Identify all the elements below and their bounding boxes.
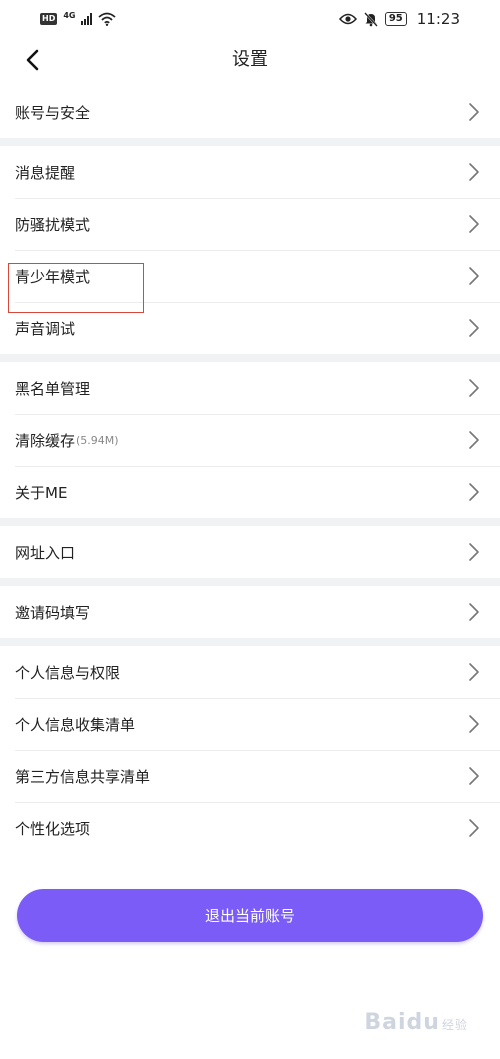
group-separator (0, 518, 500, 526)
status-left: HD 4G (40, 10, 117, 26)
page-title: 设置 (232, 49, 268, 70)
clock: 11:23 (416, 10, 460, 28)
settings-row-label: 网址入口 (15, 543, 76, 562)
group-separator (0, 578, 500, 586)
chevron-right-icon (468, 102, 480, 122)
settings-row[interactable]: 声音调试 (0, 302, 500, 354)
status-bar: HD 4G 95 11:23 (0, 0, 500, 38)
settings-row-label: 关于ME (15, 483, 68, 502)
settings-row-label: 账号与安全 (15, 103, 91, 122)
group-separator (0, 638, 500, 646)
chevron-right-icon (468, 482, 480, 502)
settings-row[interactable]: 个人信息与权限 (0, 646, 500, 698)
baidu-watermark: Baidu 经验 (364, 1010, 468, 1035)
settings-row[interactable]: 青少年模式 (0, 250, 500, 302)
status-right: 95 11:23 (338, 10, 460, 28)
watermark-text: Baidu (364, 1010, 440, 1035)
settings-row[interactable]: 防骚扰模式 (0, 198, 500, 250)
wifi-icon (98, 12, 117, 26)
chevron-right-icon (468, 662, 480, 682)
logout-button[interactable]: 退出当前账号 (17, 889, 483, 942)
settings-row-label: 消息提醒 (15, 163, 76, 182)
settings-row-label: 黑名单管理 (15, 379, 91, 398)
bell-muted-icon (364, 12, 378, 27)
chevron-right-icon (468, 214, 480, 234)
back-button[interactable] (20, 45, 44, 75)
chevron-right-icon (468, 714, 480, 734)
chevron-right-icon (468, 430, 480, 450)
settings-row[interactable]: 个人信息收集清单 (0, 698, 500, 750)
hd-badge: HD (40, 13, 58, 25)
battery-indicator: 95 (384, 12, 407, 26)
chevron-right-icon (468, 318, 480, 338)
chevron-right-icon (468, 766, 480, 786)
settings-list: 账号与安全消息提醒防骚扰模式青少年模式声音调试黑名单管理清除缓存 (5.94M) 关… (0, 86, 500, 854)
back-arrow-icon (26, 49, 39, 71)
group-separator (0, 354, 500, 362)
settings-group: 黑名单管理清除缓存 (5.94M) 关于ME (0, 362, 500, 518)
settings-row[interactable]: 网址入口 (0, 526, 500, 578)
settings-group: 账号与安全 (0, 86, 500, 138)
settings-row[interactable]: 账号与安全 (0, 86, 500, 138)
chevron-right-icon (468, 542, 480, 562)
settings-row-label: 个性化选项 (15, 819, 91, 838)
settings-row-label: 第三方信息共享清单 (15, 767, 151, 786)
settings-row-label: 个人信息收集清单 (15, 715, 136, 734)
eye-icon (338, 13, 357, 25)
settings-group: 消息提醒防骚扰模式青少年模式声音调试 (0, 146, 500, 354)
network-type: 4G (63, 10, 76, 20)
settings-row[interactable]: 黑名单管理 (0, 362, 500, 414)
nav-bar: 设置 (0, 38, 500, 82)
chevron-right-icon (468, 602, 480, 622)
settings-row-label: 个人信息与权限 (15, 663, 121, 682)
settings-row[interactable]: 消息提醒 (0, 146, 500, 198)
signal-icon (81, 13, 93, 25)
chevron-right-icon (468, 378, 480, 398)
settings-row-label: 青少年模式 (15, 267, 91, 286)
settings-row[interactable]: 关于ME (0, 466, 500, 518)
chevron-right-icon (468, 266, 480, 286)
settings-row[interactable]: 个性化选项 (0, 802, 500, 854)
settings-group: 个人信息与权限 个人信息收集清单 第三方信息共享清单 个性化选项 (0, 646, 500, 854)
group-separator (0, 138, 500, 146)
settings-row-label: 防骚扰模式 (15, 215, 91, 234)
settings-row-detail: (5.94M) (76, 433, 119, 447)
settings-row[interactable]: 清除缓存 (5.94M) (0, 414, 500, 466)
settings-row[interactable]: 第三方信息共享清单 (0, 750, 500, 802)
settings-row-label: 声音调试 (15, 319, 76, 338)
chevron-right-icon (468, 162, 480, 182)
settings-row[interactable]: 邀请码填写 (0, 586, 500, 638)
settings-group: 邀请码填写 (0, 586, 500, 638)
settings-row-label: 清除缓存 (15, 431, 76, 450)
settings-group: 网址入口 (0, 526, 500, 578)
settings-row-label: 邀请码填写 (15, 603, 91, 622)
chevron-right-icon (468, 818, 480, 838)
watermark-sub: 经验 (441, 1018, 468, 1032)
